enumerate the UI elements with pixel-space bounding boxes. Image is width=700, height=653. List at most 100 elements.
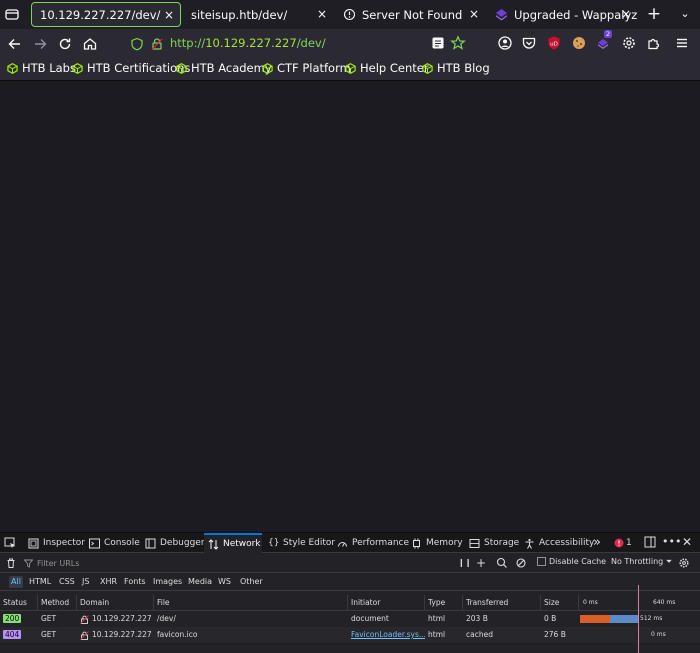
table-row[interactable]: 200 GET 10.129.227.227 /dev/ document ht… — [0, 611, 700, 627]
column-header-transferred[interactable]: Transferred — [463, 595, 541, 611]
column-header-size[interactable]: Size — [541, 595, 579, 611]
dock-side-icon[interactable] — [644, 536, 656, 550]
devtools-tab-storage[interactable]: Storage — [469, 533, 519, 553]
file-cell: /dev/ — [157, 614, 176, 623]
search-icon[interactable] — [496, 557, 508, 569]
insecure-lock-icon[interactable] — [150, 37, 164, 54]
add-request-plus-icon[interactable]: + — [476, 557, 488, 569]
close-tab-icon[interactable]: × — [621, 7, 631, 21]
type-filter-media[interactable]: Media — [186, 576, 214, 588]
close-devtools-icon[interactable]: ✕ — [682, 536, 692, 550]
devtools-tab-console[interactable]: Console — [89, 533, 140, 553]
disable-cache-checkbox[interactable]: Disable Cache — [537, 557, 606, 566]
tab-server-not-found[interactable]: Server Not Found × — [335, 2, 485, 27]
tracking-shield-icon[interactable] — [130, 37, 144, 54]
new-tab-button[interactable]: + — [644, 4, 664, 24]
dom-content-loaded-marker — [638, 585, 639, 653]
ublock-origin-icon[interactable]: uD — [546, 35, 562, 51]
clear-requests-trash-icon[interactable] — [5, 557, 17, 569]
element-picker-icon[interactable] — [4, 533, 18, 553]
throttling-select[interactable]: No Throttling ⏷ — [611, 557, 672, 567]
table-row[interactable]: 404 GET 10.129.227.227 favicon.ico Favic… — [0, 627, 700, 643]
column-header-waterfall[interactable]: 0 ms 640 ms — [579, 595, 700, 611]
more-tools-chevron-icon[interactable]: » — [593, 536, 601, 550]
bookmark-label: HTB Academy — [191, 61, 272, 75]
close-tab-icon[interactable]: × — [317, 7, 327, 21]
waterfall-timing-label: 0 ms — [651, 631, 666, 638]
tab-active[interactable]: 10.129.227.227/dev/ × — [31, 2, 181, 27]
bookmark-label: CTF Platform — [277, 61, 351, 75]
close-tab-icon[interactable]: × — [469, 7, 479, 21]
block-requests-icon[interactable] — [515, 557, 527, 569]
bookmark-htb-certifications[interactable]: HTB Certifications — [72, 61, 190, 75]
type-filter-other[interactable]: Other — [238, 576, 265, 588]
list-all-tabs-icon[interactable] — [3, 5, 21, 23]
bookmark-htb-labs[interactable]: HTB Labs — [7, 61, 76, 75]
tab-title: Server Not Found — [362, 7, 463, 22]
initiator-link[interactable]: FaviconLoader.sys... — [348, 627, 425, 643]
back-arrow-icon[interactable] — [6, 35, 24, 53]
type-filter-css[interactable]: CSS — [57, 576, 77, 588]
tab-overflow-icon[interactable]: ⌄ — [676, 4, 694, 24]
domain-text: 10.129.227.227 — [92, 614, 152, 623]
devtools-toolbar: Inspector Console Debugger Network {} St… — [0, 533, 700, 553]
devtools-tab-network[interactable]: Network — [204, 533, 262, 553]
tab-wappalyzer[interactable]: Upgraded - Wappalyzer × — [487, 2, 637, 27]
domain-text: 10.129.227.227 — [92, 630, 152, 639]
pocket-icon[interactable] — [521, 35, 537, 51]
devtools-tab-debugger[interactable]: Debugger — [145, 533, 205, 553]
column-header-domain[interactable]: Domain — [77, 595, 154, 611]
type-filter-ws[interactable]: WS — [216, 576, 233, 588]
app-menu-icon[interactable] — [674, 35, 690, 51]
devtools-tab-inspector[interactable]: Inspector — [28, 533, 85, 553]
filter-urls-input[interactable]: Filter URLs — [24, 556, 424, 570]
disable-cache-label: Disable Cache — [549, 557, 607, 566]
devtools-tab-performance[interactable]: Performance — [337, 533, 409, 553]
url-text[interactable]: http://10.129.227.227/dev/ — [170, 36, 326, 50]
home-icon[interactable] — [81, 35, 99, 53]
wappalyzer-extension-icon[interactable]: 2 — [596, 30, 613, 51]
navigation-toolbar: http://10.129.227.227/dev/ uD 2 — [0, 29, 700, 59]
extension-gear-icon[interactable] — [621, 35, 637, 51]
type-filter-all[interactable]: All — [9, 576, 23, 588]
devtools-tab-memory[interactable]: Memory — [411, 533, 463, 553]
pause-recording-icon[interactable]: ❙❙ — [458, 557, 471, 569]
timeline-label-end: 640 ms — [653, 599, 676, 606]
error-count-label: 1 — [626, 538, 632, 548]
devtools-tab-label: Console — [104, 538, 140, 548]
htb-cube-icon — [72, 62, 83, 74]
extensions-puzzle-icon[interactable] — [646, 35, 662, 51]
close-tab-icon[interactable]: × — [164, 8, 174, 22]
tab-siteisup[interactable]: siteisup.htb/dev/ × — [183, 2, 333, 27]
column-header-type[interactable]: Type — [425, 595, 463, 611]
reader-view-icon[interactable] — [430, 35, 446, 51]
network-settings-gear-icon[interactable] — [678, 557, 690, 569]
bookmark-star-icon[interactable] — [450, 35, 466, 51]
column-header-initiator[interactable]: Initiator — [348, 595, 425, 611]
error-count[interactable]: 1 — [614, 536, 632, 550]
size-cell: 276 B — [544, 630, 566, 639]
devtools-tab-label: Debugger — [160, 538, 205, 548]
bookmark-htb-blog[interactable]: HTB Blog — [422, 61, 490, 75]
devtools-tab-style-editor[interactable]: {} Style Editor — [268, 533, 335, 553]
forward-arrow-icon[interactable] — [31, 35, 49, 53]
type-filter-html[interactable]: HTML — [27, 576, 53, 588]
bookmark-ctf-platform[interactable]: CTF Platform — [262, 61, 351, 75]
bookmark-help-center[interactable]: Help Center — [345, 61, 429, 75]
address-bar[interactable]: http://10.129.227.227/dev/ — [120, 32, 472, 56]
size-cell: 0 B — [544, 614, 557, 623]
account-icon[interactable] — [497, 35, 513, 51]
devtools-tab-accessibility[interactable]: Accessibility — [524, 533, 594, 553]
column-header-file[interactable]: File — [154, 595, 348, 611]
type-filter-images[interactable]: Images — [151, 576, 184, 588]
checkbox-box — [537, 557, 546, 566]
bookmark-htb-academy[interactable]: HTB Academy — [176, 61, 272, 75]
column-header-method[interactable]: Method — [38, 595, 77, 611]
column-header-status[interactable]: Status — [0, 595, 38, 611]
devtools-menu-icon[interactable]: ••• — [662, 536, 681, 550]
type-filter-fonts[interactable]: Fonts — [122, 576, 148, 588]
type-filter-xhr[interactable]: XHR — [98, 576, 119, 588]
type-filter-js[interactable]: JS — [80, 576, 91, 588]
reload-icon[interactable] — [56, 35, 74, 53]
cookie-icon[interactable] — [571, 35, 587, 51]
